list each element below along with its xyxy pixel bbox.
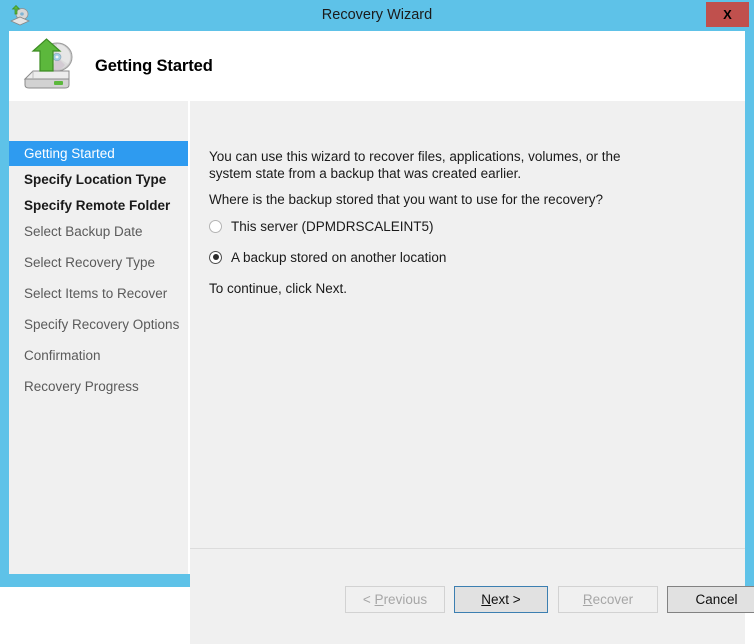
intro-text: You can use this wizard to recover files… [209, 148, 654, 182]
radio-label-this-server: This server (DPMDRSCALEINT5) [231, 219, 434, 234]
recovery-disk-large-icon [21, 37, 79, 95]
wizard-body: Getting Started Specify Location Type Sp… [9, 101, 745, 574]
radio-checked-icon[interactable] [209, 251, 222, 264]
sidebar-item-select-recovery-type[interactable]: Select Recovery Type [9, 250, 188, 275]
page-title: Getting Started [95, 57, 213, 76]
sidebar-item-recovery-progress[interactable]: Recovery Progress [9, 374, 188, 399]
question-text: Where is the backup stored that you want… [209, 191, 669, 208]
next-button[interactable]: Next > [454, 586, 548, 613]
title-bar: Recovery Wizard X [0, 0, 754, 31]
window-title: Recovery Wizard [0, 0, 754, 31]
close-icon[interactable]: X [706, 2, 749, 27]
wizard-content: You can use this wizard to recover files… [190, 101, 745, 574]
sidebar-item-specify-recovery-options[interactable]: Specify Recovery Options [9, 312, 188, 337]
wizard-sidebar: Getting Started Specify Location Type Sp… [9, 101, 188, 574]
radio-option-this-server[interactable]: This server (DPMDRSCALEINT5) [209, 216, 434, 236]
wizard-client-area: Getting Started Getting Started Specify … [9, 31, 745, 574]
sidebar-item-getting-started[interactable]: Getting Started [9, 141, 188, 166]
sidebar-item-select-backup-date[interactable]: Select Backup Date [9, 219, 188, 244]
radio-label-another-location: A backup stored on another location [231, 250, 446, 265]
sidebar-item-specify-remote-folder[interactable]: Specify Remote Folder [9, 193, 188, 218]
sidebar-item-confirmation[interactable]: Confirmation [9, 343, 188, 368]
cancel-button[interactable]: Cancel [667, 586, 754, 613]
radio-unchecked-icon[interactable] [209, 220, 222, 233]
sidebar-nav-list: Getting Started Specify Location Type Sp… [9, 141, 188, 399]
previous-button[interactable]: < Previous [345, 586, 445, 613]
recover-button[interactable]: Recover [558, 586, 658, 613]
wizard-header: Getting Started [9, 31, 745, 101]
radio-option-another-location[interactable]: A backup stored on another location [209, 247, 446, 267]
continue-note: To continue, click Next. [209, 280, 347, 297]
wizard-footer: < Previous Next > Recover Cancel [190, 549, 745, 644]
sidebar-item-specify-location-type[interactable]: Specify Location Type [9, 167, 188, 192]
sidebar-item-select-items-to-recover[interactable]: Select Items to Recover [9, 281, 188, 306]
recovery-wizard-window: Recovery Wizard X [0, 0, 754, 587]
